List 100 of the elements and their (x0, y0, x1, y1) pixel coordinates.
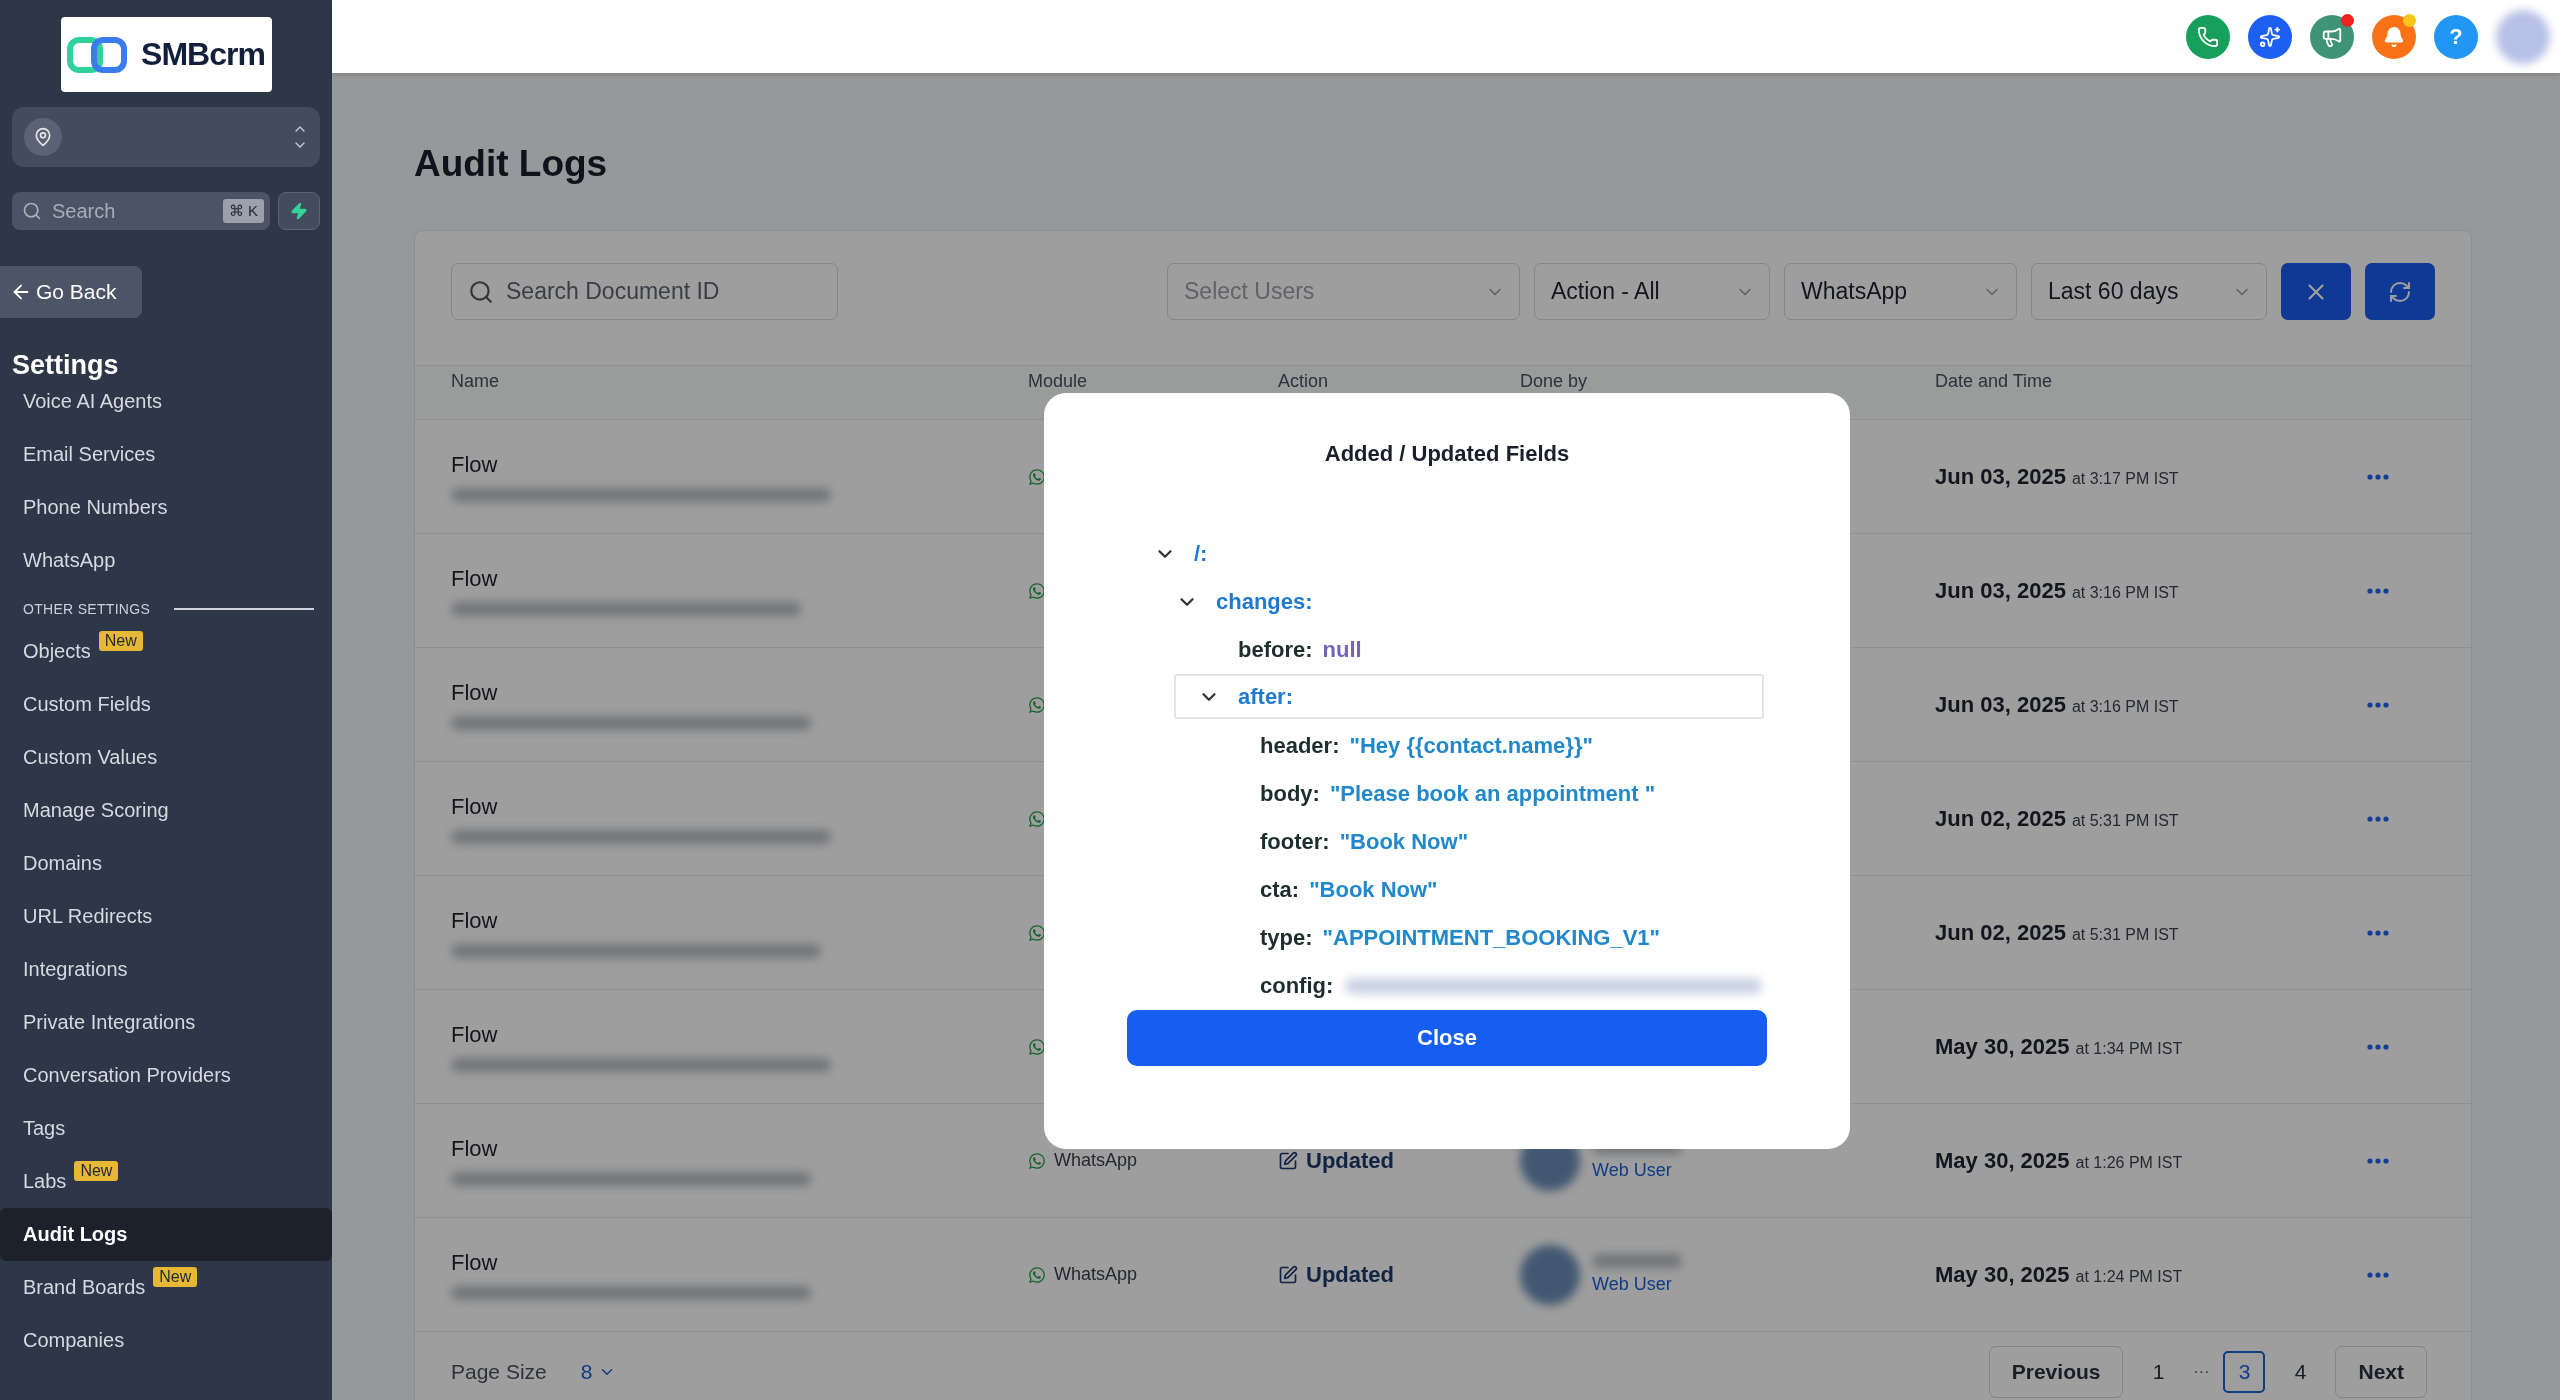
notifications-button[interactable] (2372, 14, 2416, 59)
previous-button[interactable]: Previous (1988, 1346, 2124, 1398)
new-badge: New (74, 1161, 119, 1181)
quick-action-button[interactable] (278, 192, 320, 230)
item-label: Companies (23, 1329, 125, 1352)
refresh-icon (2388, 279, 2412, 304)
page-button[interactable]: 3 (2223, 1351, 2266, 1393)
sidebar-item[interactable]: URL Redirects (0, 890, 332, 943)
time-text: at 1:26 PM IST (2075, 1153, 2183, 1172)
table-cell-text: Flow (451, 1021, 499, 1048)
item-label: Voice AI Agents (23, 390, 162, 413)
megaphone-icon (2321, 25, 2343, 48)
whatsapp-icon (1028, 581, 1046, 600)
whatsapp-icon (1028, 809, 1046, 828)
more-icon (2367, 929, 2389, 936)
filter-dropdown[interactable]: Action - All (1534, 263, 1770, 320)
bolt-icon (290, 202, 308, 220)
field-key: header: (1260, 733, 1340, 759)
back-button[interactable]: Go Back (0, 266, 142, 318)
selected-tree-row[interactable]: after: (1174, 674, 1764, 719)
clear-button[interactable] (2281, 263, 2351, 320)
field-key: config: (1260, 973, 1334, 999)
item-label: Private Integrations (23, 1011, 196, 1034)
date-text: Jun 02, 2025 (1935, 919, 2066, 946)
tree-key: /: (1194, 541, 1208, 567)
search-field[interactable]: Search ⌘ K (12, 192, 270, 230)
time-text: at 3:17 PM IST (2071, 469, 2179, 488)
sidebar-item[interactable]: Tags (0, 1102, 332, 1155)
sidebar-item[interactable]: Phone Numbers (0, 481, 332, 534)
sidebar-item[interactable]: Companies (0, 1314, 332, 1367)
item-label: URL Redirects (23, 905, 153, 928)
phone-button[interactable] (2186, 14, 2230, 59)
table-cell: Updated (1306, 1147, 1394, 1174)
location-switcher[interactable] (12, 107, 320, 167)
sidebar-title: Settings (12, 350, 120, 381)
edit-icon (1278, 1150, 1298, 1171)
time-text: at 3:16 PM IST (2071, 697, 2179, 716)
filter-dropdown[interactable]: Last 60 days (2031, 263, 2267, 320)
dialog-title: Added / Updated Fields (1323, 441, 1571, 467)
sidebar-item[interactable]: Domains (0, 837, 332, 890)
item-label: Email Services (23, 443, 156, 466)
sidebar-item[interactable]: Labs New (0, 1155, 332, 1208)
sidebar-item[interactable]: WhatsApp (0, 534, 332, 587)
sidebar-item[interactable]: Custom Values (0, 731, 332, 784)
field-value: "APPOINTMENT_BOOKING_V1" (1322, 925, 1661, 951)
logo-icon (67, 34, 128, 75)
whatsapp-icon (1028, 1265, 1046, 1284)
phone-icon (2197, 25, 2219, 48)
search-icon (468, 278, 494, 305)
sidebar-item[interactable]: Audit Logs (0, 1208, 332, 1261)
page-size-label: Page Size (451, 1360, 547, 1384)
item-label: Conversation Providers (23, 1064, 231, 1087)
ai-button[interactable] (2248, 14, 2292, 59)
search-input[interactable]: Search (50, 198, 215, 224)
field-key: before: (1238, 637, 1313, 663)
refresh-button[interactable] (2365, 263, 2435, 320)
sidebar-item[interactable]: Manage Scoring (0, 784, 332, 837)
sidebar-item[interactable]: Custom Fields (0, 678, 332, 731)
item-label: Phone Numbers (23, 496, 168, 519)
date-text: Jun 03, 2025 (1935, 691, 2066, 718)
field-value: "Hey {{contact.name}}" (1349, 733, 1593, 759)
new-badge: New (153, 1267, 198, 1287)
search-field[interactable]: Search Document ID (451, 263, 838, 320)
table-cell-text: Flow (451, 907, 499, 934)
bell-icon (2383, 25, 2405, 48)
table-cell-text: Web User (1592, 1274, 1673, 1295)
date-text: Jun 02, 2025 (1935, 805, 2066, 832)
logo-text: SMBcrm (141, 36, 265, 73)
page-title: Audit Logs (414, 143, 609, 185)
filter-dropdown[interactable]: WhatsApp (1784, 263, 2017, 320)
whatsapp-icon (1028, 1151, 1046, 1170)
more-icon (2367, 473, 2389, 480)
sidebar-item[interactable]: Email Services (0, 428, 332, 481)
tree-key: changes: (1216, 589, 1313, 615)
item-label: Manage Scoring (23, 799, 169, 822)
field-key: cta: (1260, 877, 1300, 903)
sidebar-item[interactable]: Objects New (0, 625, 332, 678)
announcements-button[interactable] (2310, 14, 2354, 59)
time-text: at 3:16 PM IST (2071, 583, 2179, 602)
sidebar-item[interactable]: Brand Boards New (0, 1261, 332, 1314)
next-button[interactable]: Next (2335, 1346, 2427, 1398)
whatsapp-icon (1028, 923, 1046, 942)
time-text: at 5:31 PM IST (2071, 925, 2179, 944)
page-gap: ··· (2193, 1363, 2210, 1381)
sidebar-item[interactable]: Private Integrations (0, 996, 332, 1049)
tree-key: after: (1238, 683, 1293, 710)
table-cell-text: Flow (451, 793, 499, 820)
item-label: Integrations (23, 958, 128, 981)
date-text: Jun 03, 2025 (1935, 463, 2066, 490)
whatsapp-icon (1028, 1037, 1046, 1056)
field-value: "Book Now" (1309, 877, 1438, 903)
more-icon (2367, 1271, 2389, 1278)
sidebar-item[interactable]: Integrations (0, 943, 332, 996)
item-label: Labs (23, 1170, 67, 1193)
sidebar-item[interactable]: Conversation Providers (0, 1049, 332, 1102)
table-cell-text: Flow (451, 451, 499, 478)
close-button[interactable]: Close (1127, 1010, 1767, 1066)
time-text: at 5:31 PM IST (2071, 811, 2179, 830)
page-size-select[interactable]: 8 (574, 1359, 623, 1385)
date-text: May 30, 2025 (1935, 1261, 2070, 1288)
